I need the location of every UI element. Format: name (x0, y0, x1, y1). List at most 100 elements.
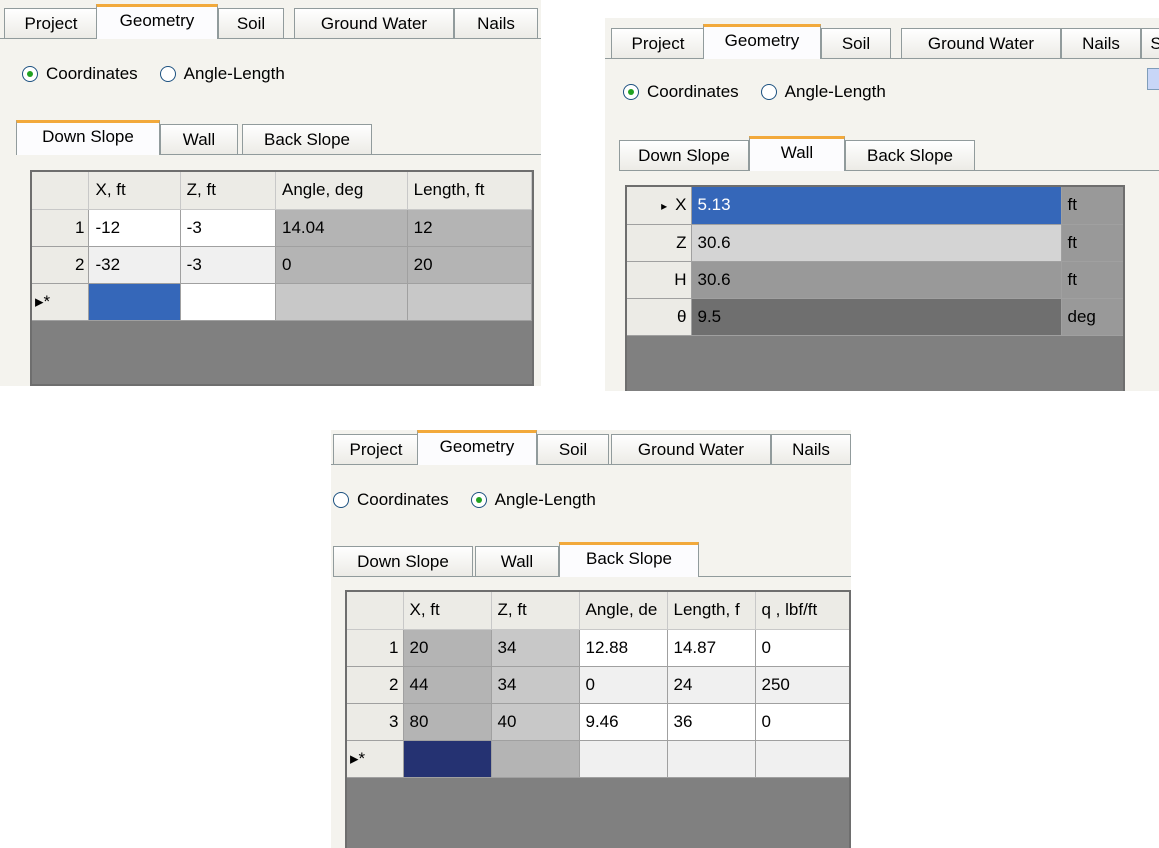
column-header[interactable]: Angle, deg (275, 172, 408, 210)
row-header[interactable]: 1 (32, 209, 90, 247)
row-header[interactable]: 2 (347, 666, 404, 704)
cell-angle[interactable]: 0 (579, 666, 668, 704)
angle-length-radio[interactable] (760, 84, 777, 100)
cell-angle: 14.04 (275, 209, 408, 247)
tab-nails[interactable]: Nails (771, 434, 851, 464)
column-header[interactable]: Z, ft (180, 172, 277, 210)
main-tab-strip: Project Geometry Soil Ground Water Nails (0, 4, 541, 39)
coordinates-radio[interactable] (623, 84, 639, 100)
row-header[interactable]: 3 (347, 703, 404, 741)
down-slope-grid[interactable]: X, ft Z, ft Angle, deg Length, ft 1 -12 … (30, 170, 534, 386)
cell-angle[interactable]: 12.88 (579, 629, 668, 667)
tab-soil[interactable]: Soil (821, 28, 891, 58)
cell-length[interactable]: 24 (667, 666, 756, 704)
cell-length[interactable]: 14.87 (667, 629, 756, 667)
tab-ground-water[interactable]: Ground Water (294, 8, 454, 38)
cell-z[interactable]: -3 (180, 209, 277, 247)
table-row: 2 -32 -3 0 20 (32, 246, 532, 284)
value-cell[interactable]: 30.6 (691, 224, 1062, 262)
tab-nails[interactable]: Nails (1061, 28, 1141, 58)
tab-wall[interactable]: Wall (160, 124, 238, 154)
tab-geometry[interactable]: Geometry (96, 4, 218, 39)
column-header[interactable]: q , lbf/ft (755, 592, 849, 630)
tab-down-slope[interactable]: Down Slope (333, 546, 473, 576)
new-row-marker[interactable]: ▸* (347, 740, 404, 778)
column-header[interactable]: X, ft (403, 592, 492, 630)
tab-soil[interactable]: Soil (537, 434, 609, 464)
row-header-theta[interactable]: θ (627, 298, 692, 336)
tab-down-slope[interactable]: Down Slope (16, 120, 160, 155)
tab-nails[interactable]: Nails (454, 8, 538, 38)
tab-geometry[interactable]: Geometry (417, 430, 537, 465)
tab-back-slope[interactable]: Back Slope (845, 140, 975, 170)
tab-project[interactable]: Project (333, 434, 419, 464)
column-header[interactable]: Length, ft (407, 172, 532, 210)
tab-back-slope[interactable]: Back Slope (242, 124, 372, 154)
param-name: Z (676, 232, 687, 252)
cell-x-new[interactable] (88, 283, 181, 321)
cell-q[interactable]: 0 (755, 629, 849, 667)
unit-cell: ft (1061, 224, 1123, 262)
cell-z: 40 (491, 703, 580, 741)
value-cell[interactable]: 5.13 (691, 187, 1062, 225)
row-header[interactable]: 1 (347, 629, 404, 667)
column-header[interactable]: X, ft (88, 172, 181, 210)
coordinates-radio[interactable] (333, 492, 349, 508)
cell-z: 34 (491, 666, 580, 704)
cell-length[interactable]: 36 (667, 703, 756, 741)
column-header[interactable]: Angle, de (579, 592, 668, 630)
tab-project[interactable]: Project (4, 8, 98, 38)
cell-x-new[interactable] (403, 740, 492, 778)
back-slope-grid[interactable]: X, ft Z, ft Angle, de Length, f q , lbf/… (345, 590, 851, 848)
tab-ground-water[interactable]: Ground Water (611, 434, 771, 464)
cell-z-new[interactable] (180, 283, 277, 321)
cell-z[interactable]: -3 (180, 246, 277, 284)
tab-wall[interactable]: Wall (749, 136, 845, 171)
cell-q[interactable]: 0 (755, 703, 849, 741)
table-row: H 30.6 ft (627, 261, 1123, 299)
tab-ground-water[interactable]: Ground Water (901, 28, 1061, 58)
sub-tab-strip: Down Slope Wall Back Slope (331, 542, 851, 577)
corner-header (32, 172, 90, 210)
cell-angle[interactable]: 9.46 (579, 703, 668, 741)
angle-length-radio[interactable] (470, 492, 487, 508)
tab-soil[interactable]: Soil (218, 8, 284, 38)
wall-grid[interactable]: ▸ X 5.13 ft Z 30.6 ft H 30.6 ft θ 9.5 deg (625, 185, 1125, 391)
angle-length-label: Angle-Length (784, 82, 886, 101)
tab-overflow[interactable]: S (1141, 28, 1159, 58)
tab-project[interactable]: Project (611, 28, 705, 58)
tab-back-slope[interactable]: Back Slope (559, 542, 699, 577)
cell-q[interactable]: 250 (755, 666, 849, 704)
cell-x: 44 (403, 666, 492, 704)
cell-angle-new[interactable] (579, 740, 668, 778)
cell-length: 20 (407, 246, 532, 284)
column-header[interactable]: Z, ft (491, 592, 580, 630)
cell-q-new[interactable] (755, 740, 849, 778)
tab-wall[interactable]: Wall (475, 546, 559, 576)
unit-cell: ft (1061, 261, 1123, 299)
cell-length-new (407, 283, 532, 321)
angle-length-radio[interactable] (159, 66, 176, 82)
cell-x[interactable]: -12 (88, 209, 181, 247)
value-cell: 9.5 (691, 298, 1062, 336)
row-header-x[interactable]: ▸ X (627, 187, 692, 225)
tab-down-slope[interactable]: Down Slope (619, 140, 749, 170)
cell-length-new[interactable] (667, 740, 756, 778)
corner-header (347, 592, 404, 630)
column-header[interactable]: Length, f (667, 592, 756, 630)
cell-length: 12 (407, 209, 532, 247)
row-header-h[interactable]: H (627, 261, 692, 299)
row-header-z[interactable]: Z (627, 224, 692, 262)
cell-z: 34 (491, 629, 580, 667)
cell-z-new (491, 740, 580, 778)
new-row-marker[interactable]: ▸* (32, 283, 90, 321)
coordinates-radio[interactable] (22, 66, 38, 82)
row-header[interactable]: 2 (32, 246, 90, 284)
cell-x[interactable]: -32 (88, 246, 181, 284)
geometry-panel-back-slope: Project Geometry Soil Ground Water Nails… (331, 430, 851, 848)
tab-geometry[interactable]: Geometry (703, 24, 821, 59)
scroll-up-button[interactable] (1147, 68, 1159, 90)
unit-cell: ft (1061, 187, 1123, 225)
table-row: 3 80 40 9.46 36 0 (347, 703, 849, 741)
cell-angle-new (275, 283, 408, 321)
